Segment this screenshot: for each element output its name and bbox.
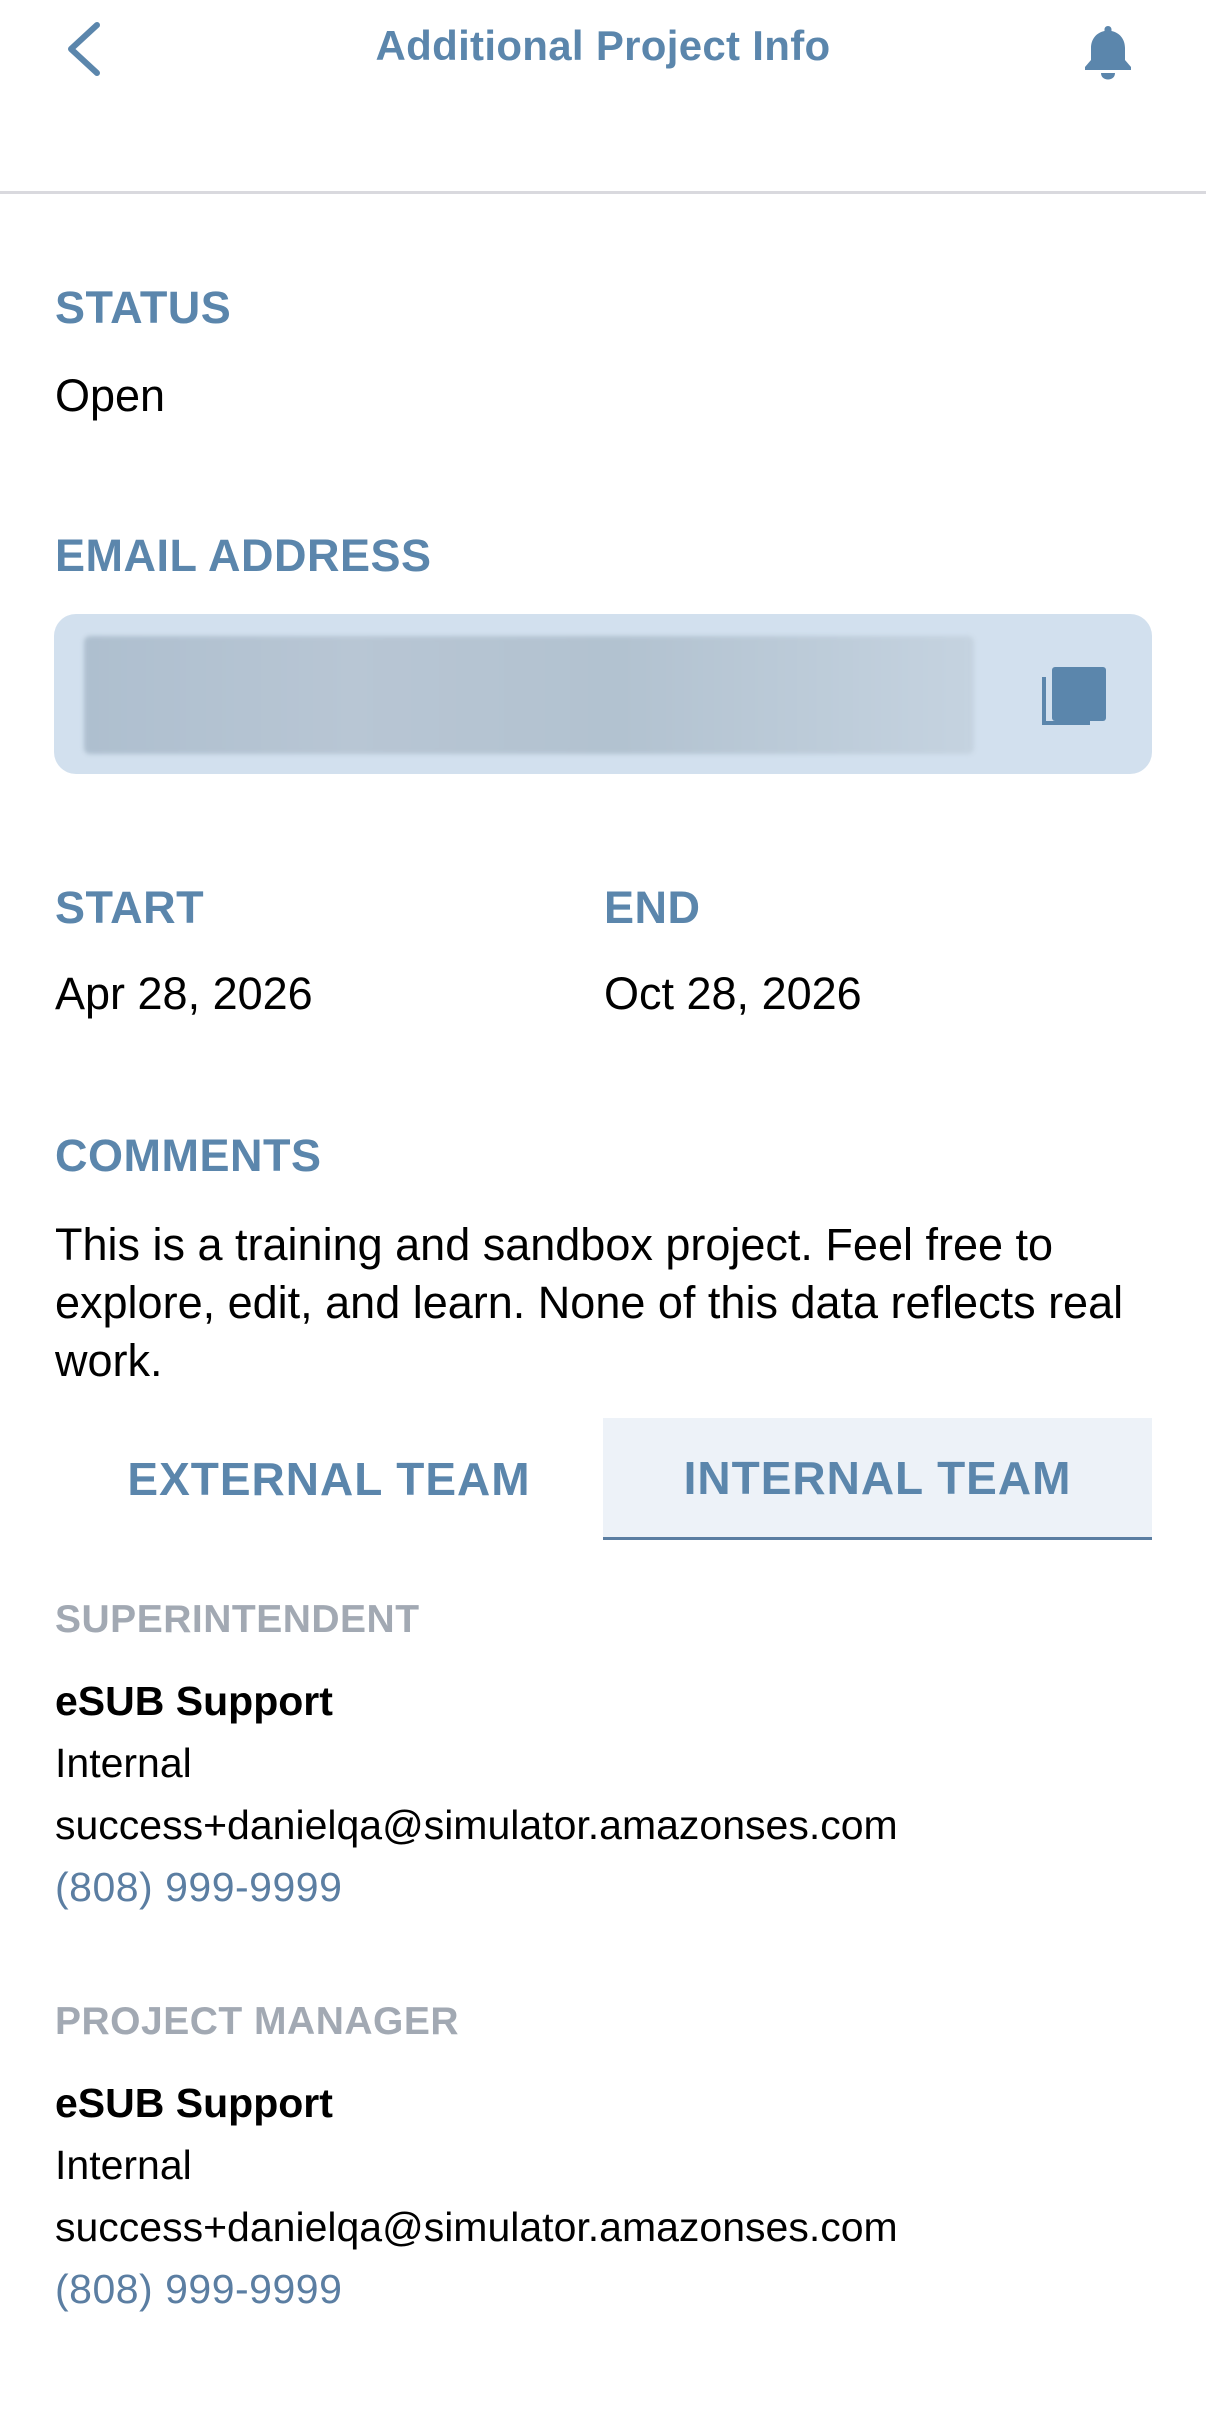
end-label: END [604,882,701,933]
contact-name: eSUB Support [55,1678,333,1724]
copy-email-button[interactable] [1034,659,1114,739]
tab-external-team[interactable]: EXTERNAL TEAM [55,1418,603,1540]
superintendent-label: SUPERINTENDENT [55,1598,420,1641]
contact-phone-link[interactable]: (808) 999-9999 [55,2266,342,2313]
copy-icon [1042,667,1106,725]
contact-email: success+danielqa@simulator.amazonses.com [55,2204,898,2250]
email-address-label: EMAIL ADDRESS [55,530,432,581]
comments-text: This is a training and sandbox project. … [55,1219,1124,1386]
contact-name: eSUB Support [55,2080,333,2126]
status-label: STATUS [55,282,232,333]
comments-label: COMMENTS [55,1130,322,1181]
bell-icon [1085,26,1131,80]
tab-internal-team[interactable]: INTERNAL TEAM [603,1418,1152,1540]
project-manager-label: PROJECT MANAGER [55,2000,460,2043]
redacted-email-value [84,636,974,754]
contact-type: Internal [55,2142,192,2188]
email-address-field[interactable] [54,614,1152,774]
status-value: Open [55,370,166,421]
contact-type: Internal [55,1740,192,1786]
notifications-button[interactable] [1070,14,1146,90]
end-date-value: Oct 28, 2026 [604,968,862,1019]
top-nav-bar: Additional Project Info [0,0,1206,194]
contact-email: success+danielqa@simulator.amazonses.com [55,1802,898,1848]
contact-phone-link[interactable]: (808) 999-9999 [55,1864,342,1911]
start-label: START [55,882,205,933]
page-title: Additional Project Info [375,22,831,69]
start-date-value: Apr 28, 2026 [55,968,313,1019]
